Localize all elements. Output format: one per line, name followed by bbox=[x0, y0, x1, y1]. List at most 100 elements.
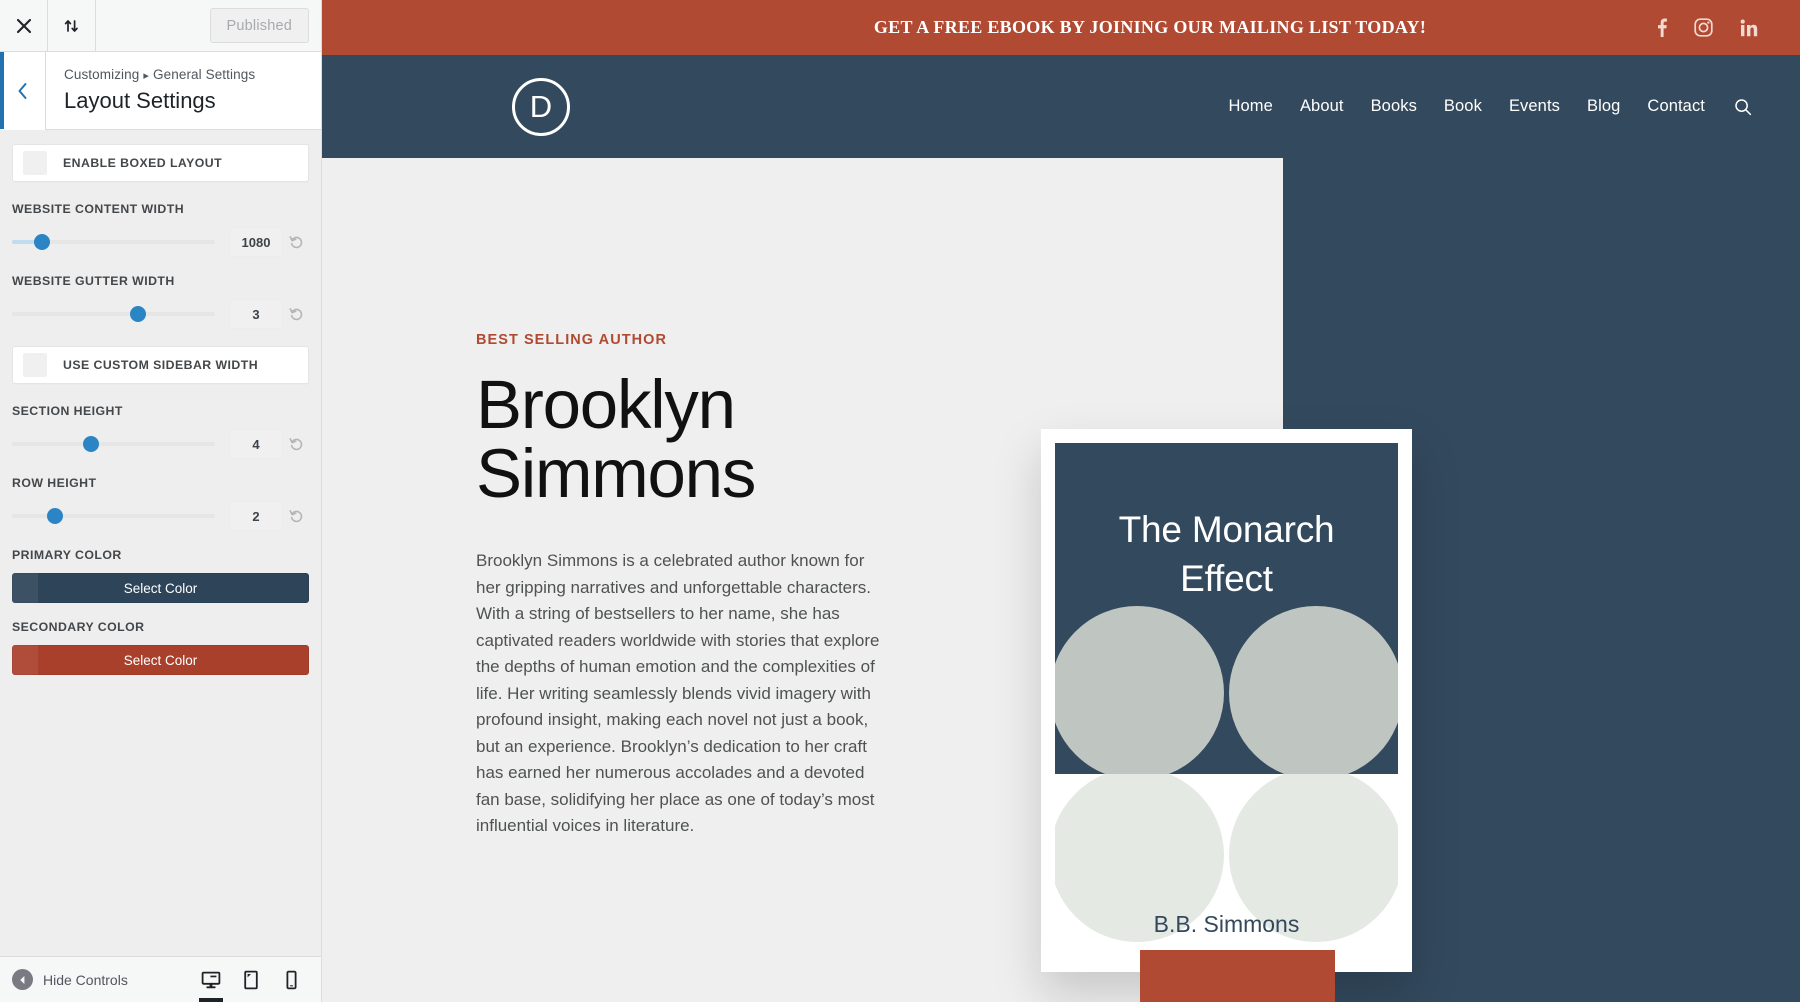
slider-track-row-height[interactable] bbox=[12, 508, 215, 524]
nav-item-events[interactable]: Events bbox=[1509, 97, 1560, 116]
color-secondary-color: SECONDARY COLOR Select Color bbox=[12, 620, 309, 675]
nav-item-book[interactable]: Book bbox=[1444, 97, 1482, 116]
site-preview: GET A FREE EBOOK BY JOINING OUR MAILING … bbox=[322, 0, 1800, 1002]
nav-item-books[interactable]: Books bbox=[1371, 97, 1417, 116]
slider-control-section-height[interactable] bbox=[12, 435, 229, 453]
butterfly-wing-upper-right bbox=[1229, 606, 1398, 774]
slider-knob-section-height[interactable] bbox=[83, 436, 100, 452]
slider-row-website-content-width: 1080 bbox=[12, 227, 309, 257]
slider-website-gutter-width: WEBSITE GUTTER WIDTH 3 bbox=[12, 274, 309, 329]
promo-text: GET A FREE EBOOK BY JOINING OUR MAILING … bbox=[873, 17, 1427, 37]
chevron-left-circle-icon bbox=[12, 969, 33, 990]
select-color-button-secondary-color[interactable]: Select Color bbox=[12, 645, 309, 675]
slider-track-section-height[interactable] bbox=[12, 436, 215, 452]
slider-value-website-content-width[interactable]: 1080 bbox=[229, 227, 283, 257]
reset-arrow-icon[interactable] bbox=[283, 307, 309, 322]
book-cover-bottom: B.B. Simmons bbox=[1055, 774, 1398, 958]
tablet-icon[interactable] bbox=[231, 957, 271, 1002]
slider-knob-website-gutter-width[interactable] bbox=[129, 306, 146, 322]
color-label-primary-color: PRIMARY COLOR bbox=[12, 548, 122, 562]
breadcrumb-separator: ▸ bbox=[143, 70, 150, 83]
slider-row-row-height: 2 bbox=[12, 501, 309, 531]
slider-knob-row-height[interactable] bbox=[46, 508, 63, 524]
checkbox-enable-boxed-layout[interactable] bbox=[23, 151, 47, 175]
select-color-button-primary-color[interactable]: Select Color bbox=[12, 573, 309, 603]
customizer-app: Published Customizing ▸ General Settings L… bbox=[0, 0, 1800, 1002]
collapse-arrows-icon[interactable] bbox=[48, 0, 96, 51]
book-title-line1: The Monarch bbox=[1118, 509, 1335, 550]
slider-control-website-gutter-width[interactable] bbox=[12, 305, 229, 323]
reset-arrow-icon[interactable] bbox=[283, 235, 309, 250]
facebook-icon[interactable] bbox=[1657, 18, 1667, 37]
slider-track-website-gutter-width[interactable] bbox=[12, 306, 215, 322]
toggle-use-custom-sidebar-width: USE CUSTOM SIDEBAR WIDTH bbox=[12, 346, 309, 384]
customizer-panel-header: Customizing ▸ General Settings Layout Sett… bbox=[0, 51, 321, 130]
slider-label-row-height: ROW HEIGHT bbox=[12, 476, 97, 490]
toggle-row-enable-boxed-layout[interactable]: ENABLE BOXED LAYOUT bbox=[12, 144, 309, 182]
hide-controls-label: Hide Controls bbox=[43, 971, 128, 988]
reset-arrow-icon[interactable] bbox=[283, 437, 309, 452]
nav-item-about[interactable]: About bbox=[1300, 97, 1344, 116]
slider-value-section-height[interactable]: 4 bbox=[229, 429, 283, 459]
panel-titles: Customizing ▸ General Settings Layout Sett… bbox=[46, 65, 255, 116]
hero-section: BEST SELLING AUTHOR Brooklyn Simmons Bro… bbox=[322, 158, 1800, 1002]
breadcrumb: Customizing ▸ General Settings bbox=[64, 65, 255, 85]
slider-control-website-content-width[interactable] bbox=[12, 233, 229, 251]
chevron-left-icon[interactable] bbox=[0, 51, 46, 130]
toggle-row-use-custom-sidebar-width[interactable]: USE CUSTOM SIDEBAR WIDTH bbox=[12, 346, 309, 384]
site-header: D Home About Books Book Events Blog Contact bbox=[322, 55, 1800, 158]
nav-item-contact[interactable]: Contact bbox=[1647, 97, 1705, 116]
desktop-icon[interactable] bbox=[191, 957, 231, 1002]
checkbox-use-custom-sidebar-width[interactable] bbox=[23, 353, 47, 377]
mobile-icon[interactable] bbox=[271, 957, 311, 1002]
hide-controls-button[interactable]: Hide Controls bbox=[12, 969, 128, 990]
reset-arrow-icon[interactable] bbox=[283, 509, 309, 524]
slider-row-website-gutter-width: 3 bbox=[12, 299, 309, 329]
customizer-footer: Hide Controls bbox=[0, 956, 321, 1002]
slider-value-website-gutter-width[interactable]: 3 bbox=[229, 299, 283, 329]
slider-section-height: SECTION HEIGHT 4 bbox=[12, 404, 309, 459]
divi-logo[interactable]: D bbox=[512, 77, 570, 136]
butterfly-wing-upper-left bbox=[1055, 606, 1224, 774]
search-icon[interactable] bbox=[1734, 98, 1752, 116]
book-title-line2: Effect bbox=[1180, 558, 1273, 600]
publish-button[interactable]: Published bbox=[209, 8, 309, 43]
page-title: Layout Settings bbox=[64, 88, 216, 114]
slider-control-row-height[interactable] bbox=[12, 507, 229, 525]
slider-label-website-content-width: WEBSITE CONTENT WIDTH bbox=[12, 202, 185, 216]
linkedin-icon[interactable] bbox=[1740, 19, 1758, 37]
nav-item-blog[interactable]: Blog bbox=[1587, 97, 1620, 116]
hero-paragraph: Brooklyn Simmons is a celebrated author … bbox=[476, 551, 880, 836]
breadcrumb-parent: General Settings bbox=[153, 67, 256, 83]
close-icon[interactable] bbox=[0, 0, 48, 51]
slider-row-section-height: 4 bbox=[12, 429, 309, 459]
book-author: B.B. Simmons bbox=[1153, 911, 1300, 937]
slider-value-row-height[interactable]: 2 bbox=[229, 501, 283, 531]
promo-bar: GET A FREE EBOOK BY JOINING OUR MAILING … bbox=[322, 0, 1800, 55]
book-cover-top: The Monarch Effect bbox=[1055, 443, 1398, 774]
hero-cta-button[interactable] bbox=[1140, 950, 1335, 1002]
slider-website-content-width: WEBSITE CONTENT WIDTH 1080 bbox=[12, 202, 309, 257]
slider-label-website-gutter-width: WEBSITE GUTTER WIDTH bbox=[12, 274, 175, 288]
main-navigation: Home About Books Book Events Blog Contact bbox=[1229, 97, 1800, 116]
book-cover-card[interactable]: The Monarch Effect B.B. Simmons bbox=[1041, 429, 1412, 972]
customizer-topbar: Published bbox=[0, 0, 321, 52]
nav-item-home[interactable]: Home bbox=[1229, 97, 1273, 116]
book-title: The Monarch Effect bbox=[1055, 443, 1398, 603]
instagram-icon[interactable] bbox=[1694, 18, 1713, 37]
device-preview-buttons bbox=[191, 957, 311, 1002]
customizer-sidebar: Published Customizing ▸ General Settings L… bbox=[0, 0, 322, 1002]
slider-knob-website-content-width[interactable] bbox=[34, 234, 51, 250]
hero-content: BEST SELLING AUTHOR Brooklyn Simmons Bro… bbox=[322, 158, 882, 840]
social-links bbox=[1657, 18, 1758, 37]
toggle-label-enable-boxed-layout: ENABLE BOXED LAYOUT bbox=[63, 156, 223, 170]
customizer-controls: ENABLE BOXED LAYOUT WEBSITE CONTENT WIDTH… bbox=[0, 130, 321, 956]
toggle-enable-boxed-layout: ENABLE BOXED LAYOUT bbox=[12, 144, 309, 182]
slider-track-website-content-width[interactable] bbox=[12, 234, 215, 250]
breadcrumb-root: Customizing bbox=[64, 67, 140, 83]
logo-letter: D bbox=[529, 89, 553, 124]
color-primary-color: PRIMARY COLOR Select Color bbox=[12, 548, 309, 603]
hero-eyebrow: BEST SELLING AUTHOR bbox=[476, 332, 667, 348]
hero-title: Brooklyn Simmons bbox=[476, 366, 756, 512]
